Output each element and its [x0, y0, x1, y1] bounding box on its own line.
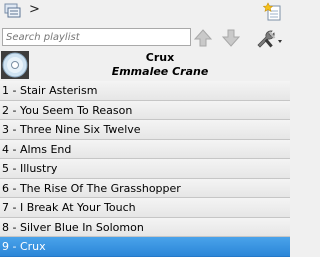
track-row[interactable]: 1 - Stair Asterism	[0, 81, 290, 101]
move-down-icon[interactable]	[221, 28, 241, 48]
track-row[interactable]: 7 - I Break At Your Touch	[0, 198, 290, 218]
now-playing-title: Crux	[145, 51, 175, 64]
now-playing-header: Crux Emmalee Crane	[0, 50, 290, 81]
playlists-icon[interactable]	[4, 3, 22, 19]
now-playing-artist: Emmalee Crane	[111, 65, 209, 78]
track-row[interactable]: 6 - The Rise Of The Grasshopper	[0, 178, 290, 198]
chevron-right-icon[interactable]: >	[29, 2, 40, 17]
tools-icon[interactable]	[254, 27, 284, 49]
track-row[interactable]: 4 - Alms End	[0, 139, 290, 159]
track-row[interactable]: 5 - Illustry	[0, 159, 290, 179]
top-toolbar: >	[0, 0, 290, 26]
track-row[interactable]: 3 - Three Nine Six Twelve	[0, 120, 290, 140]
search-input[interactable]	[2, 28, 191, 46]
track-row[interactable]: 2 - You Seem To Reason	[0, 100, 290, 120]
new-playlist-icon[interactable]	[263, 2, 283, 22]
track-row[interactable]: 8 - Silver Blue In Solomon	[0, 217, 290, 237]
track-list: 1 - Stair Asterism 2 - You Seem To Reaso…	[0, 81, 290, 257]
search-row	[0, 27, 290, 49]
move-up-icon[interactable]	[193, 28, 213, 48]
track-row-selected[interactable]: 9 - Crux	[0, 237, 290, 257]
cd-disc-icon	[1, 51, 29, 79]
